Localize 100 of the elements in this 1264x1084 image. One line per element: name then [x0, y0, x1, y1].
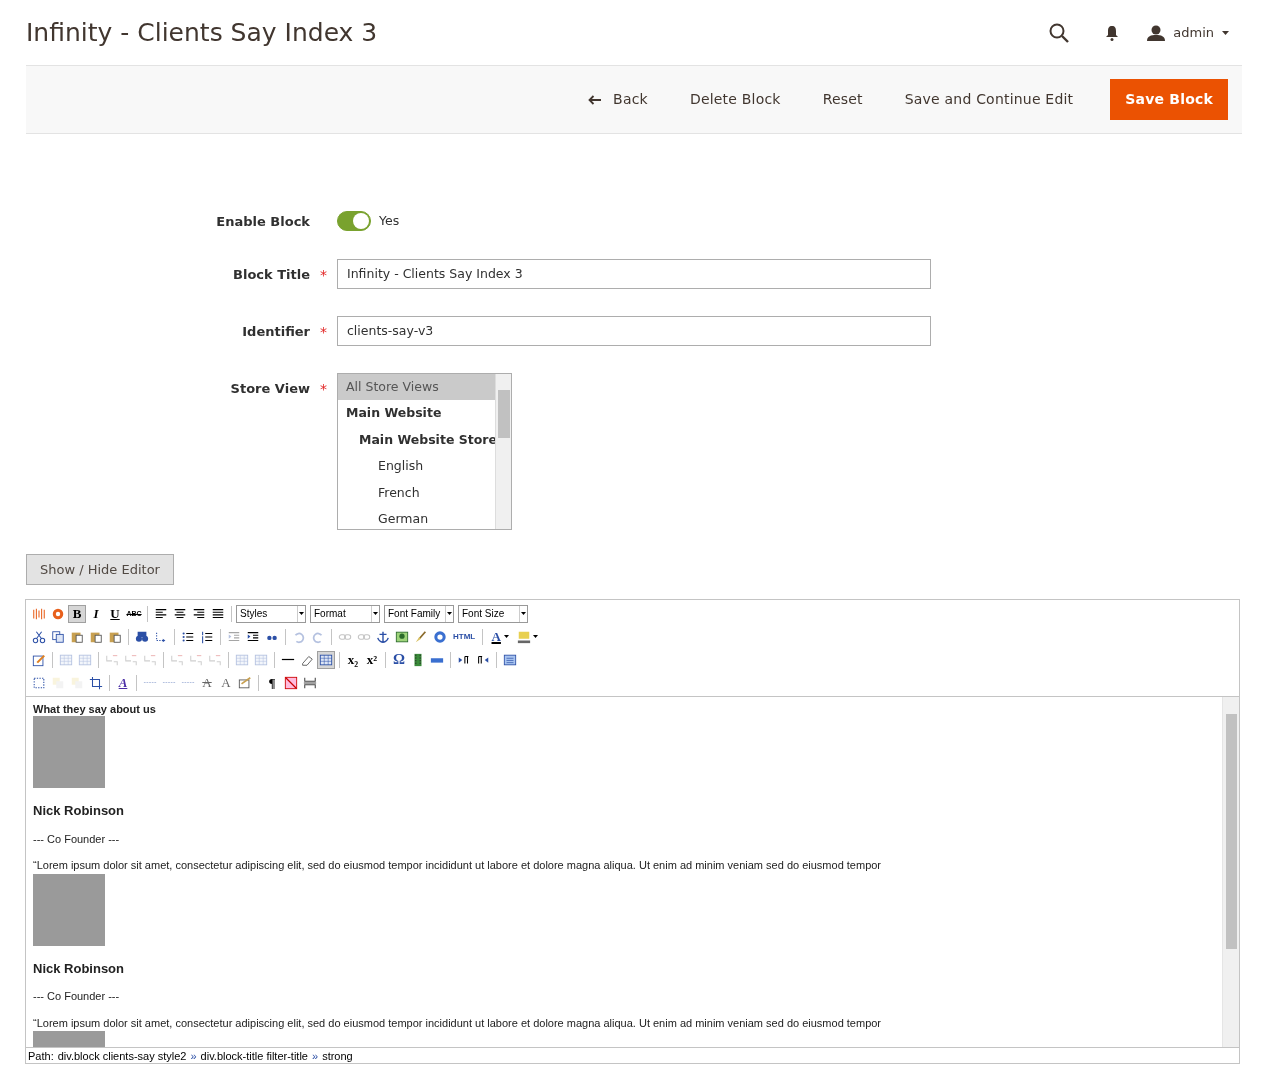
outdent-icon: [227, 629, 241, 644]
pencil-note-icon: [32, 652, 46, 667]
dropdown[interactable]: Font Family: [384, 604, 454, 623]
person-name: Nick Robinson: [33, 802, 125, 821]
path-label: Path:: [28, 1050, 54, 1062]
action-button[interactable]: Delete Block: [668, 80, 802, 119]
tiny-lines-icon: [162, 681, 176, 684]
caret-icon: [299, 612, 304, 615]
user-name-link[interactable]: admin: [1173, 22, 1214, 43]
caret-icon: [447, 612, 452, 615]
save-button[interactable]: Save Block: [1110, 79, 1228, 120]
page-title: Infinity - Clients Say Index 3: [26, 20, 378, 45]
field-label: Block Title: [232, 265, 310, 284]
content-heading: What they say about us: [33, 703, 157, 717]
person-role: --- Co Founder ---: [33, 831, 121, 847]
indent-icon: [246, 629, 260, 644]
caret-icon: [503, 635, 509, 638]
required-mark: *: [319, 322, 328, 342]
list-option[interactable]: German: [338, 506, 495, 529]
path-link[interactable]: div.block-title filter-title: [200, 1050, 308, 1062]
numbered-list-icon: [200, 629, 214, 644]
required-mark: *: [319, 379, 328, 399]
binoculars-icon: [135, 629, 149, 644]
table-arrow-icon: [208, 652, 222, 667]
table-icon: [78, 652, 92, 667]
input-field[interactable]: clients-say-v3: [337, 315, 931, 346]
input-field[interactable]: Infinity - Clients Say Index 3: [337, 258, 931, 289]
back-button[interactable]: Back: [567, 80, 669, 119]
tiny-lines-icon: [143, 681, 157, 684]
layers-icon: [70, 675, 84, 690]
caret-icon: [532, 635, 538, 638]
toolbar-button[interactable]: Ω: [390, 650, 408, 669]
table-arrow-icon: [143, 652, 157, 667]
picture-icon: [395, 629, 409, 644]
table-icon: [59, 652, 73, 667]
search-icon[interactable]: [1049, 22, 1070, 43]
dropdown[interactable]: Styles: [236, 604, 306, 623]
toolbar-button[interactable]: I: [87, 604, 105, 623]
field-label: Store View: [229, 379, 310, 398]
toolbar-button[interactable]: x₂: [344, 650, 362, 669]
dropdown[interactable]: Font Size: [458, 604, 528, 623]
toolbar-button[interactable]: B: [68, 604, 86, 623]
table-arrow-icon: [105, 652, 119, 667]
person-role: --- Co Founder ---: [33, 989, 121, 1005]
toolbar-button[interactable]: A: [114, 673, 132, 692]
action-button[interactable]: Save and Continue Edit: [883, 80, 1095, 119]
pages-icon: [51, 629, 65, 644]
path-link[interactable]: div.block clients-say style2: [57, 1050, 187, 1062]
path-separator: »: [190, 1050, 197, 1062]
list-option[interactable]: English: [338, 453, 495, 480]
caret-icon: [373, 612, 378, 615]
toggle-label: Yes: [379, 211, 400, 230]
caret-icon[interactable]: [1222, 30, 1229, 35]
toolbar-button[interactable]: x²: [363, 650, 381, 669]
caret-icon: [521, 612, 526, 615]
highlighter-icon: [516, 629, 531, 644]
testimonial-text: “Lorem ipsum dolor sit amet, consectetur adipiscing elit, sed do eiusmod tempor incididunt ut labore et dolore magna aliqua. Ut enim ad minim veniam sed do eiusmod tempor: [33, 1015, 883, 1031]
list-option[interactable]: French: [338, 479, 495, 506]
anchor-icon: [376, 629, 390, 644]
list-option[interactable]: Main Website: [338, 400, 495, 427]
card-icon: [238, 675, 252, 690]
table-icon: [319, 652, 333, 667]
scissors-icon: [32, 629, 46, 644]
arrow-left-icon: [588, 94, 602, 105]
toggle-switch[interactable]: [337, 211, 371, 231]
dashed-box-icon: [32, 675, 46, 690]
show-hide-editor-button[interactable]: Show / Hide Editor: [26, 553, 174, 585]
horizontal-line-icon: [281, 658, 295, 661]
layers-icon: [51, 675, 65, 690]
user-icon[interactable]: [1147, 24, 1166, 41]
required-mark: *: [319, 265, 328, 285]
toolbar-button[interactable]: HTML: [450, 627, 479, 646]
testimonial-text: “Lorem ipsum dolor sit amet, consectetur adipiscing elit, sed do eiusmod tempor incididunt ut labore et dolore magna aliqua. Ut enim ad minim veniam sed do eiusmod tempor: [33, 858, 883, 874]
bullet-list-icon: [181, 629, 195, 644]
dropdown[interactable]: Format: [310, 604, 380, 623]
brush-icon: [414, 629, 428, 644]
align-right-icon: [192, 606, 206, 621]
table-icon: [235, 652, 249, 667]
field-label: Enable Block: [215, 213, 310, 231]
tiny-lines-icon: [181, 681, 195, 684]
person-name: Nick Robinson: [33, 959, 125, 978]
align-left-icon: [154, 606, 168, 621]
toolbar-button[interactable]: ¶: [263, 673, 281, 692]
list-option[interactable]: All Store Views: [338, 373, 495, 400]
page-break-icon: [303, 675, 317, 690]
waves-icon: [32, 606, 46, 621]
table-arrow-icon: [189, 652, 203, 667]
action-button[interactable]: Reset: [801, 80, 884, 119]
table-arrow-icon: [170, 652, 184, 667]
path-separator: »: [312, 1050, 319, 1062]
align-justify-icon: [211, 606, 225, 621]
toolbar-button[interactable]: U: [106, 604, 124, 623]
window-icon: [503, 652, 517, 667]
toolbar-button[interactable]: A: [487, 627, 514, 646]
field-label: Identifier: [241, 322, 310, 341]
no-sign-icon: [284, 675, 298, 690]
table-icon: [254, 652, 268, 667]
scrollbar[interactable]: [1222, 697, 1239, 1047]
bell-icon[interactable]: [1105, 24, 1120, 41]
path-link[interactable]: strong: [322, 1050, 353, 1062]
